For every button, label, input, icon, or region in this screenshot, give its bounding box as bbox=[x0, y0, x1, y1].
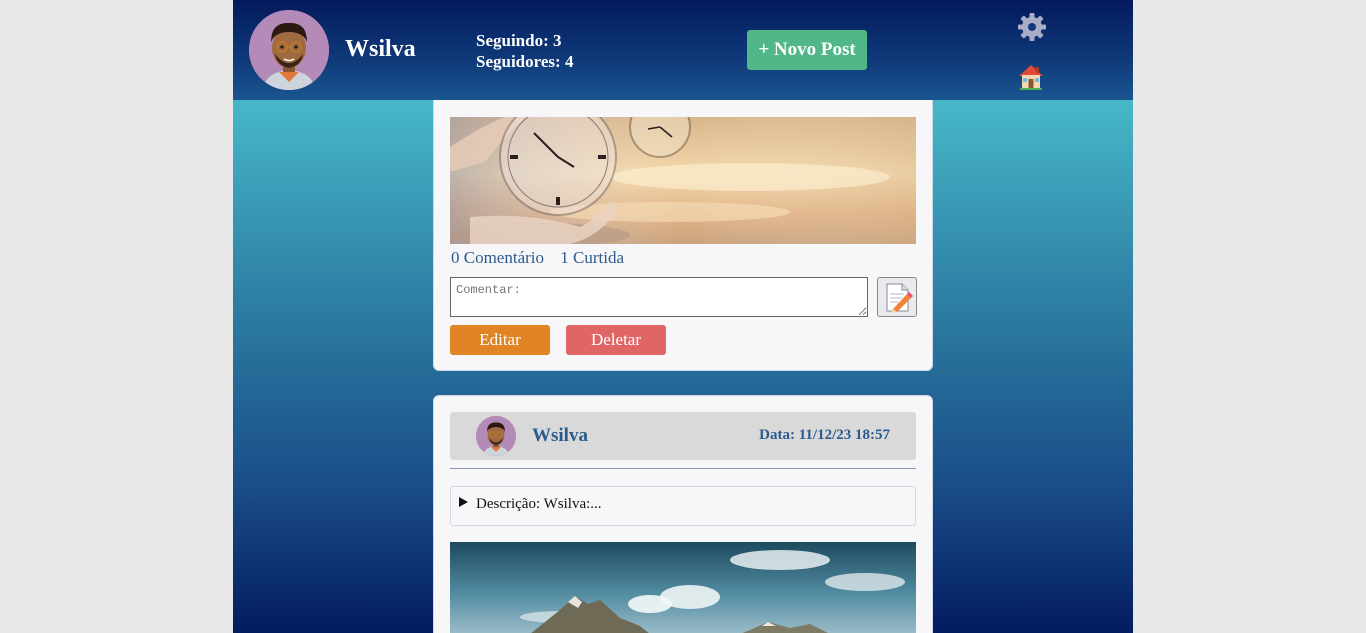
new-post-button[interactable]: + Novo Post bbox=[747, 30, 867, 70]
post-date: Data: 11/12/23 18:57 bbox=[759, 427, 890, 443]
top-bar: Wsilva Seguindo: 3 Seguidores: 4 + Novo … bbox=[233, 0, 1133, 100]
profile-username: Wsilva bbox=[345, 36, 416, 62]
profile-avatar[interactable] bbox=[249, 10, 329, 90]
following-count[interactable]: Seguindo: 3 bbox=[476, 30, 573, 51]
gear-icon[interactable] bbox=[1017, 12, 1047, 42]
comment-count[interactable]: 0 Comentário bbox=[451, 248, 544, 267]
page: Wsilva Seguindo: 3 Seguidores: 4 + Novo … bbox=[233, 0, 1133, 633]
post-card: Wsilva Data: 11/12/23 18:57 Descrição: W… bbox=[433, 395, 933, 633]
home-icon[interactable] bbox=[1016, 62, 1046, 92]
post-image[interactable] bbox=[450, 542, 916, 633]
post-counts: 0 Comentário 1 Curtida bbox=[451, 248, 636, 268]
edit-button[interactable]: Editar bbox=[450, 325, 550, 355]
edit-note-icon bbox=[886, 283, 913, 313]
comment-input[interactable] bbox=[450, 277, 868, 317]
post-description: Descrição: Wsilva:... bbox=[476, 496, 602, 512]
delete-button[interactable]: Deletar bbox=[566, 325, 666, 355]
divider bbox=[450, 468, 916, 469]
post-image[interactable] bbox=[450, 117, 916, 244]
followers-count[interactable]: Seguidores: 4 bbox=[476, 51, 573, 72]
post-author-avatar[interactable] bbox=[476, 416, 516, 456]
post-description-toggle[interactable]: Descrição: Wsilva:... bbox=[450, 486, 916, 526]
post-author-name[interactable]: Wsilva bbox=[532, 425, 588, 447]
profile-stats: Seguindo: 3 Seguidores: 4 bbox=[476, 30, 573, 72]
post-header: Wsilva Data: 11/12/23 18:57 bbox=[450, 412, 916, 460]
send-comment-button[interactable] bbox=[877, 277, 917, 317]
post-card: 0 Comentário 1 Curtida Editar Deletar bbox=[433, 90, 933, 371]
triangle-right-icon bbox=[459, 497, 468, 507]
like-count[interactable]: 1 Curtida bbox=[560, 248, 624, 267]
